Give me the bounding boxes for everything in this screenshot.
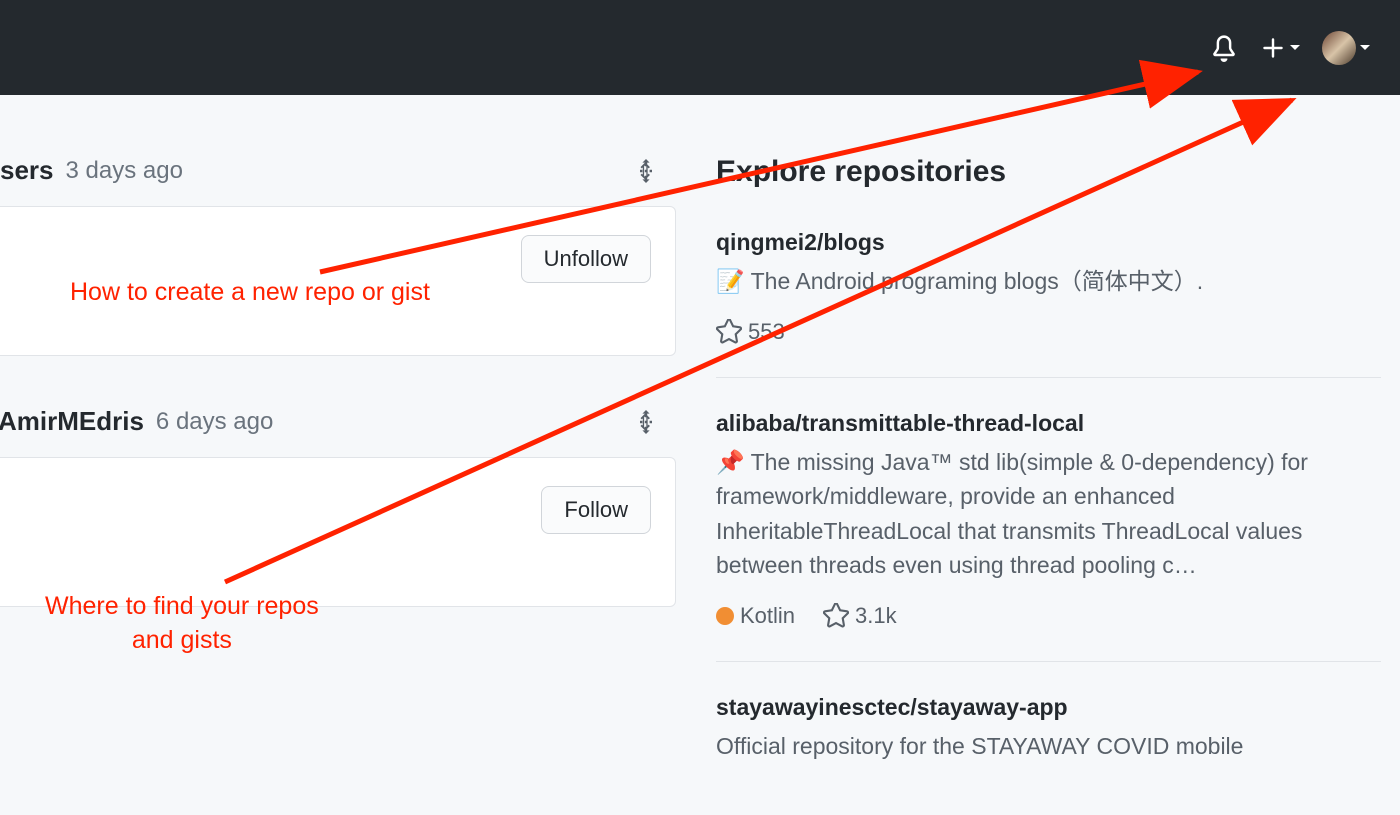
explore-repo-item: qingmei2/blogs 📝 The Android programing … <box>716 229 1381 378</box>
feed-card: Follow <box>0 457 676 607</box>
repo-description: Official repository for the STAYAWAY COV… <box>716 729 1381 764</box>
bell-icon <box>1210 34 1238 62</box>
language-name: Kotlin <box>740 603 795 629</box>
explore-repo-item: stayawayinesctec/stayaway-app Official r… <box>716 694 1381 815</box>
reorder-icon[interactable] <box>636 159 656 183</box>
feed-card: Unfollow <box>0 206 676 356</box>
repo-meta: Kotlin 3.1k <box>716 603 1381 629</box>
activity-feed: sers 3 days ago Unfollow AmirMEdris 6 da… <box>0 95 676 796</box>
explore-repo-item: alibaba/transmittable-thread-local 📌 The… <box>716 410 1381 662</box>
feed-item-header: sers 3 days ago <box>0 155 676 206</box>
create-new-dropdown[interactable] <box>1260 35 1300 61</box>
repo-name-link[interactable]: stayawayinesctec/stayaway-app <box>716 694 1381 721</box>
repo-description: 📝 The Android programing blogs（简体中文）. <box>716 264 1381 299</box>
repo-stars[interactable]: 553 <box>716 319 785 345</box>
star-count: 553 <box>748 319 785 345</box>
feed-item-header: AmirMEdris 6 days ago <box>0 406 676 457</box>
explore-heading: Explore repositories <box>716 155 1400 189</box>
feed-item-timestamp: 3 days ago <box>66 157 183 185</box>
language-color-dot <box>716 607 734 625</box>
notifications-button[interactable] <box>1210 34 1238 62</box>
repo-meta: 553 <box>716 319 1381 345</box>
follow-button[interactable]: Follow <box>541 486 651 534</box>
page-content: sers 3 days ago Unfollow AmirMEdris 6 da… <box>0 95 1400 796</box>
star-count: 3.1k <box>855 603 897 629</box>
repo-description: 📌 The missing Java™ std lib(simple & 0-d… <box>716 445 1381 583</box>
caret-down-icon <box>1360 45 1370 50</box>
plus-icon <box>1260 35 1286 61</box>
star-icon <box>716 319 742 345</box>
repo-name-link[interactable]: qingmei2/blogs <box>716 229 1381 256</box>
repo-language: Kotlin <box>716 603 795 629</box>
repo-stars[interactable]: 3.1k <box>823 603 897 629</box>
profile-dropdown[interactable] <box>1322 31 1370 65</box>
feed-item-title[interactable]: sers <box>0 155 54 186</box>
feed-item-timestamp: 6 days ago <box>156 408 273 436</box>
unfollow-button[interactable]: Unfollow <box>521 235 651 283</box>
explore-repositories: Explore repositories qingmei2/blogs 📝 Th… <box>676 95 1400 796</box>
feed-item-title[interactable]: AmirMEdris <box>0 406 144 437</box>
caret-down-icon <box>1290 45 1300 50</box>
avatar <box>1322 31 1356 65</box>
reorder-icon[interactable] <box>636 410 656 434</box>
repo-name-link[interactable]: alibaba/transmittable-thread-local <box>716 410 1381 437</box>
global-header <box>0 0 1400 95</box>
star-icon <box>823 603 849 629</box>
